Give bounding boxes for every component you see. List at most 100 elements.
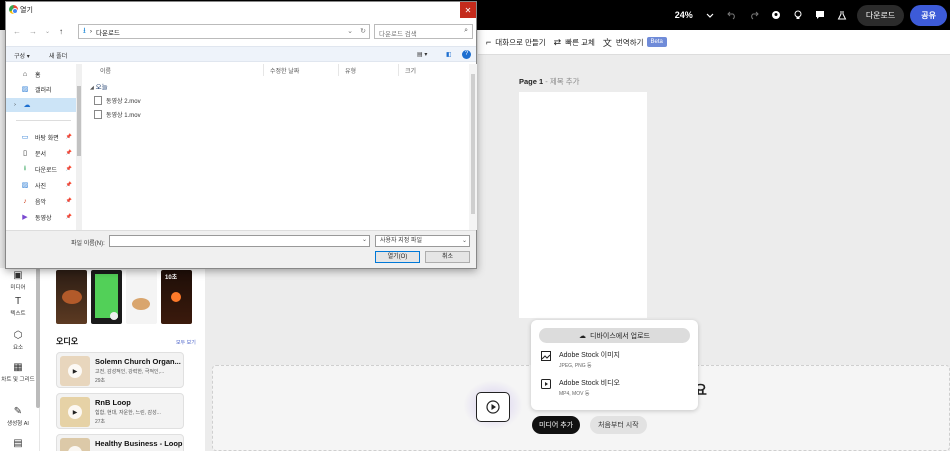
undo-icon[interactable] <box>724 7 740 23</box>
videos-icon: ▶ <box>22 214 28 221</box>
play-icon[interactable]: ▶ <box>68 364 82 378</box>
audio-card[interactable]: ▶ Healthy Business - Loop <box>56 434 184 451</box>
preview-pane-icon[interactable]: ◧ <box>446 51 452 58</box>
play-icon[interactable]: ▶ <box>68 446 82 451</box>
translate-tool[interactable]: 文 번역하기 Beta <box>603 36 667 49</box>
filename-input[interactable]: ⌄ <box>109 235 370 247</box>
download-button[interactable]: 다운로드 <box>856 4 905 26</box>
up-icon[interactable]: ↑ <box>59 27 63 36</box>
comment-icon[interactable] <box>812 7 828 23</box>
pin-icon[interactable]: 📌 <box>66 150 72 156</box>
pin-icon[interactable]: 📌 <box>66 214 72 220</box>
organize-button[interactable]: 구성 ▾ <box>14 51 30 60</box>
column-size[interactable]: 크기 <box>399 64 459 76</box>
chevron-right-icon[interactable]: › <box>10 102 20 108</box>
pin-icon[interactable]: 📌 <box>66 198 72 204</box>
file-list-scrollbar[interactable] <box>469 64 477 230</box>
rail-calendar[interactable]: ▤ <box>0 438 36 451</box>
rail-text[interactable]: T 텍스트 <box>0 296 36 317</box>
quick-swap-tool[interactable]: ⇄ 빠른 교체 <box>554 37 595 48</box>
cancel-button[interactable]: 취소 <box>425 251 470 263</box>
text-icon: T <box>14 296 22 307</box>
dialog-footer: 파일 이름(N): ⌄ 사용자 지정 파일 ⌄ 열기(O) 취소 <box>6 230 476 268</box>
file-row[interactable]: 동영상 1.mov <box>94 108 294 120</box>
refresh-icon[interactable]: ↻ <box>360 27 366 35</box>
rail-genai[interactable]: ✎ 생성형 AI <box>0 406 36 427</box>
play-icon[interactable]: ▶ <box>68 405 82 419</box>
nav-desktop[interactable]: ▭ 바탕 화면 📌 <box>6 130 76 144</box>
start-fresh-button[interactable]: 처음부터 시작 <box>590 416 647 434</box>
nav-music[interactable]: ♪ 음악 📌 <box>6 194 76 208</box>
nav-gallery[interactable]: ▨ 갤러리 <box>6 82 76 96</box>
audio-title: Healthy Business - Loop <box>95 439 183 448</box>
stock-images-item[interactable]: Adobe Stock 이미지 JPEG, PNG 등 <box>541 350 620 369</box>
document-icon: ▯ <box>23 150 27 157</box>
nav-onedrive[interactable]: › ☁ <box>6 98 76 112</box>
audio-card[interactable]: ▶ Solemn Church Organ... 고전, 감성적인, 강력한, … <box>56 352 184 388</box>
page-title-placeholder[interactable]: 제목 추가 <box>550 77 580 86</box>
thumbnail-sparks[interactable]: 10초 <box>161 270 192 324</box>
new-folder-button[interactable]: 새 폴더 <box>49 51 67 60</box>
forward-icon[interactable]: → <box>29 27 37 36</box>
chevron-down-icon[interactable]: ⌄ <box>45 28 50 35</box>
nav-videos[interactable]: ▶ 동영상 📌 <box>6 210 76 224</box>
column-modified[interactable]: 수정한 날짜 <box>264 64 339 76</box>
filetype-select[interactable]: 사용자 지정 파일 ⌄ <box>375 235 470 247</box>
page-label[interactable]: Page 1 - 제목 추가 <box>519 76 580 87</box>
nav-documents[interactable]: ▯ 문서 📌 <box>6 146 76 160</box>
redo-icon[interactable] <box>746 7 762 23</box>
rail-elements[interactable]: ⬡ 요소 <box>0 330 36 351</box>
rail-charts[interactable]: ▦ 차트 및 그리드 <box>0 362 36 383</box>
upload-from-device-button[interactable]: ☁ 디바이스에서 업로드 <box>539 328 690 343</box>
audio-card[interactable]: ▶ RnB Loop 힙합, 현대, 자운한, 느린, 감성... 27초 <box>56 393 184 429</box>
thumbnail-duration-badge: 10초 <box>165 275 178 281</box>
thumbnail-bowl[interactable] <box>56 270 87 324</box>
pin-icon[interactable]: 📌 <box>66 182 72 188</box>
see-all-link[interactable]: 모두 보기 <box>176 339 196 346</box>
rail-media[interactable]: ▣ 미디어 <box>0 270 36 291</box>
close-icon[interactable]: ✕ <box>460 2 476 18</box>
nav-downloads[interactable]: ⭳ 다운로드 📌 <box>6 162 76 176</box>
bracket-icon: ⌐ <box>486 37 492 47</box>
chevron-down-icon[interactable]: ⌄ <box>362 236 367 243</box>
chevron-down-icon[interactable] <box>702 7 718 23</box>
group-header[interactable]: ◢ 오늘 <box>90 81 108 91</box>
flask-icon[interactable] <box>834 7 850 23</box>
scrollbar-thumb[interactable] <box>77 86 81 156</box>
stock-videos-item[interactable]: Adobe Stock 비디오 MP4, MOV 등 <box>541 378 620 397</box>
quick-swap-label: 빠른 교체 <box>565 37 595 47</box>
nav-home[interactable]: ⌂ 홈 <box>6 67 76 81</box>
add-media-button[interactable]: 미디어 추가 <box>532 416 581 434</box>
view-icon[interactable]: ▤ ▾ <box>417 51 427 58</box>
open-button[interactable]: 열기(O) <box>375 251 420 263</box>
zoom-level[interactable]: 24% <box>675 10 693 20</box>
search-input[interactable]: 다운로드 검색 ⌕ <box>374 24 473 39</box>
location-icon[interactable] <box>768 7 784 23</box>
pin-icon[interactable]: 📌 <box>66 166 72 172</box>
page-canvas[interactable] <box>519 92 647 318</box>
nav-pane: ⌂ 홈 ▨ 갤러리 › ☁ ▭ 바탕 화면 📌 ▯ 문서 📌 ⭳ 다운로드 📌 ▨ 사진 📌 ♪ 음악 📌… <box>6 64 76 230</box>
nav-pictures[interactable]: ▨ 사진 📌 <box>6 178 76 192</box>
column-type[interactable]: 유형 <box>339 64 399 76</box>
thumbnail-donut[interactable] <box>126 270 157 324</box>
desktop-icon: ▭ <box>21 134 29 141</box>
make-dialog-tool[interactable]: ⌐ 대화으로 만들기 <box>486 37 546 48</box>
nav-pane-scrollbar[interactable] <box>76 64 82 230</box>
audio-duration: 27초 <box>95 419 106 425</box>
download-icon: ⭳ <box>23 164 27 172</box>
breadcrumb[interactable]: 다운로드 <box>96 27 120 37</box>
column-name[interactable]: 이름 <box>84 64 264 76</box>
thumbnail-greenscreen[interactable] <box>91 270 122 324</box>
file-list[interactable]: 이름 수정한 날짜 유형 크기 ◢ 오늘 동영상 2.mov 동영상 1.mov <box>84 64 468 230</box>
dialog-titlebar[interactable]: 열기 ✕ <box>6 2 476 18</box>
pin-icon[interactable]: 📌 <box>66 134 72 140</box>
share-button[interactable]: 공유 <box>910 4 947 26</box>
file-row[interactable]: 동영상 2.mov <box>94 94 294 106</box>
breadcrumb-separator: › <box>89 28 92 35</box>
help-icon[interactable]: ? <box>462 50 471 59</box>
chevron-down-icon[interactable]: ⌄ <box>347 27 353 35</box>
back-icon[interactable]: ← <box>13 27 21 36</box>
address-bar[interactable]: ⭳ › 다운로드 ⌄ ↻ <box>78 24 370 39</box>
scrollbar-thumb[interactable] <box>471 74 475 214</box>
lightbulb-icon[interactable] <box>790 7 806 23</box>
